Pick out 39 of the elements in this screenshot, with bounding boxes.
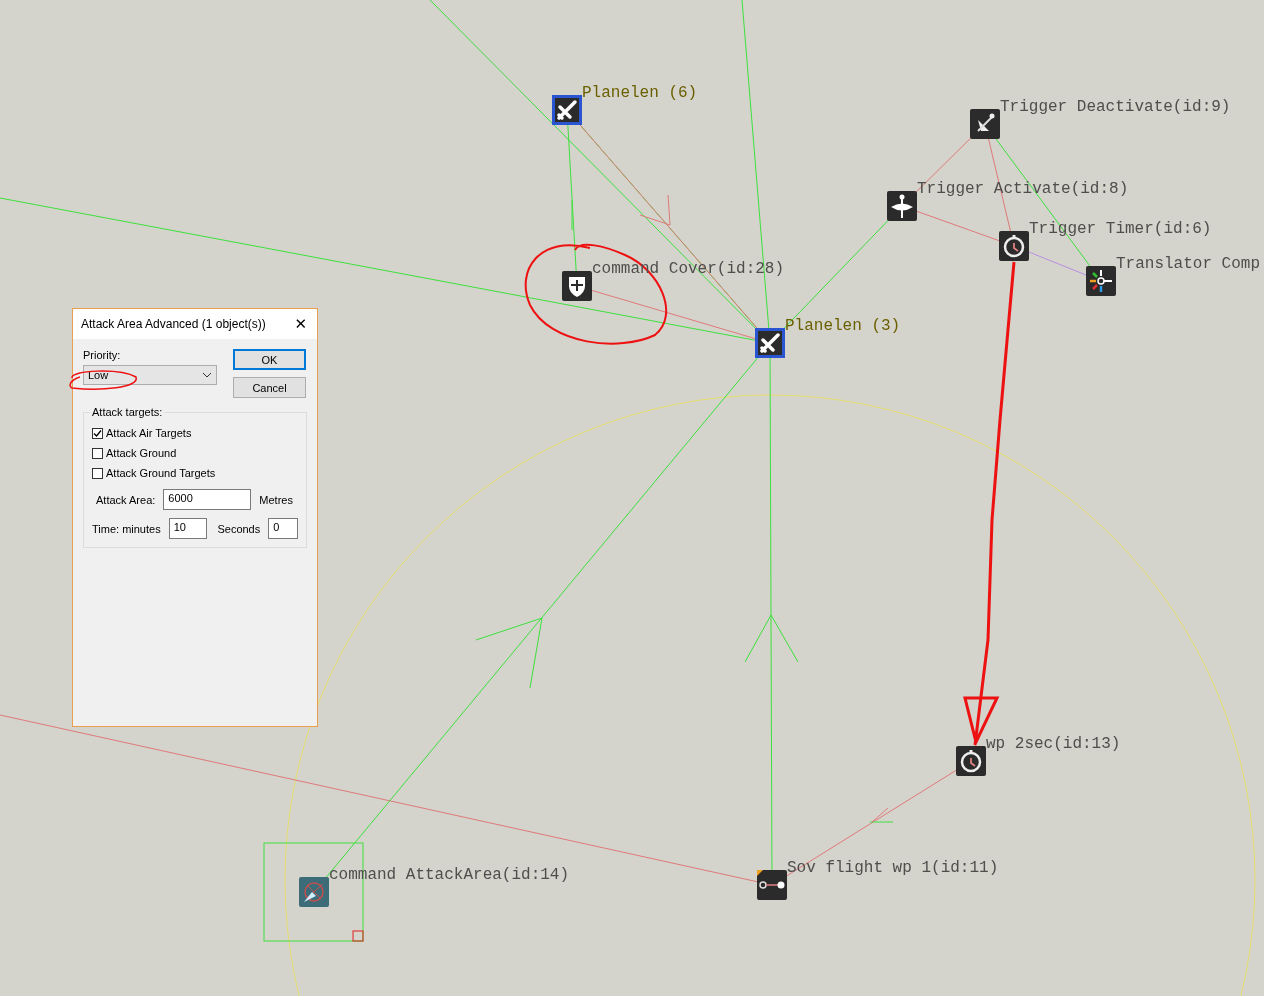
trigger-node-icon[interactable]	[887, 191, 917, 221]
checkbox[interactable]	[92, 467, 103, 479]
checkbox[interactable]	[92, 447, 103, 459]
shield-node-icon[interactable]	[562, 271, 592, 301]
translator-node-icon[interactable]	[1086, 266, 1116, 296]
minutes-label: Time: minutes	[92, 522, 161, 535]
caret-icon	[202, 372, 212, 378]
seconds-label: Seconds	[217, 522, 261, 535]
airplane-node-icon[interactable]	[755, 328, 785, 358]
node-label: Planelen (6)	[582, 84, 698, 102]
dialog-button[interactable]: OK	[233, 349, 306, 370]
seconds-field[interactable]: 0	[268, 518, 298, 539]
group-label: Attack targets:	[90, 406, 165, 418]
node-label: Sov flight wp 1(id:11)	[787, 859, 999, 877]
clock-node-icon[interactable]	[999, 231, 1029, 261]
checkbox-label: Attack Ground Targets	[106, 467, 216, 479]
node-label: Translator Comp	[1116, 255, 1261, 273]
priority-label: Priority:	[83, 349, 122, 361]
checkbox-label: Attack Air Targets	[106, 427, 192, 439]
dialog-title: Attack Area Advanced (1 object(s))	[81, 317, 266, 331]
unit-label: Metres	[259, 493, 293, 506]
attack-area-label: Attack Area:	[96, 493, 156, 506]
node-label: Trigger Deactivate(id:9)	[1000, 98, 1231, 116]
attack-area-field[interactable]: 6000	[163, 489, 252, 510]
checkbox-label: Attack Ground	[106, 447, 177, 459]
clock-node-icon[interactable]	[956, 746, 986, 776]
dialog-button[interactable]: Cancel	[233, 377, 306, 398]
close-button[interactable]: ✕	[292, 315, 309, 333]
node-label: Planelen (3)	[785, 317, 901, 335]
priority-dropdown[interactable]: Low	[83, 365, 217, 385]
node-label: command AttackArea(id:14)	[329, 866, 570, 884]
minutes-field[interactable]: 10	[168, 518, 208, 539]
resize-handle[interactable]	[352, 930, 364, 942]
trigger-node-icon[interactable]	[970, 109, 1000, 139]
checkbox[interactable]	[92, 427, 103, 439]
node-label: wp 2sec(id:13)	[986, 735, 1121, 753]
radar-node-icon[interactable]	[299, 877, 329, 907]
waypoint-node-icon[interactable]	[757, 870, 787, 900]
airplane-node-icon[interactable]	[552, 95, 582, 125]
